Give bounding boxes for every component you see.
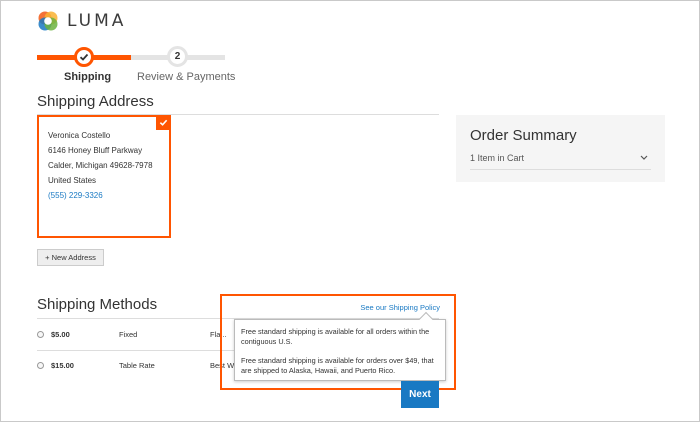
step-review-label[interactable]: Review & Payments bbox=[137, 71, 235, 83]
method-type: Table Rate bbox=[119, 361, 155, 370]
tooltip-paragraph: Free standard shipping is available for … bbox=[241, 327, 430, 346]
checkmark-icon bbox=[79, 53, 89, 61]
checkout-progress: 2 Shipping Review & Payments bbox=[37, 45, 235, 85]
luma-logo[interactable]: LUMA bbox=[37, 10, 126, 32]
address-card-selected[interactable]: Veronica Costello 6146 Honey Bluff Parkw… bbox=[37, 115, 171, 238]
step-review-indicator: 2 bbox=[167, 46, 188, 67]
address-city: Calder, Michigan 49628-7978 bbox=[48, 161, 153, 170]
selected-check-icon bbox=[156, 115, 171, 130]
step-shipping-label: Shipping bbox=[64, 71, 112, 83]
order-summary-title: Order Summary bbox=[470, 127, 577, 144]
order-summary-panel: Order Summary 1 Item in Cart bbox=[456, 115, 665, 182]
method-radio[interactable] bbox=[37, 362, 44, 369]
method-type: Fixed bbox=[119, 330, 138, 339]
shipping-policy-tooltip: Free standard shipping is available for … bbox=[234, 311, 446, 381]
address-street: 6146 Honey Bluff Parkway bbox=[48, 146, 143, 155]
shipping-policy-callout: See our Shipping Policy Free standard sh… bbox=[220, 294, 456, 390]
address-phone-link[interactable]: (555) 229-3326 bbox=[48, 188, 160, 203]
brand-name: LUMA bbox=[67, 11, 127, 31]
address-name: Veronica Costello bbox=[48, 131, 111, 140]
chevron-down-icon[interactable] bbox=[640, 153, 648, 163]
summary-divider bbox=[470, 169, 651, 170]
new-address-button[interactable]: + New Address bbox=[37, 249, 104, 266]
method-radio[interactable] bbox=[37, 331, 44, 338]
shipping-address-title: Shipping Address bbox=[37, 93, 154, 110]
tooltip-arrow bbox=[418, 311, 434, 327]
method-price: $5.00 bbox=[51, 330, 70, 339]
shipping-methods-title: Shipping Methods bbox=[37, 296, 158, 313]
luma-logo-icon bbox=[38, 11, 58, 31]
shipping-policy-link[interactable]: See our Shipping Policy bbox=[360, 303, 440, 312]
step-shipping-indicator bbox=[74, 47, 94, 67]
address-country: United States bbox=[48, 176, 97, 185]
next-button[interactable]: Next bbox=[401, 381, 439, 408]
tooltip-paragraph: Free standard shipping is available for … bbox=[241, 356, 434, 375]
method-price: $15.00 bbox=[51, 361, 74, 370]
cart-items-toggle[interactable]: 1 Item in Cart bbox=[470, 153, 524, 163]
